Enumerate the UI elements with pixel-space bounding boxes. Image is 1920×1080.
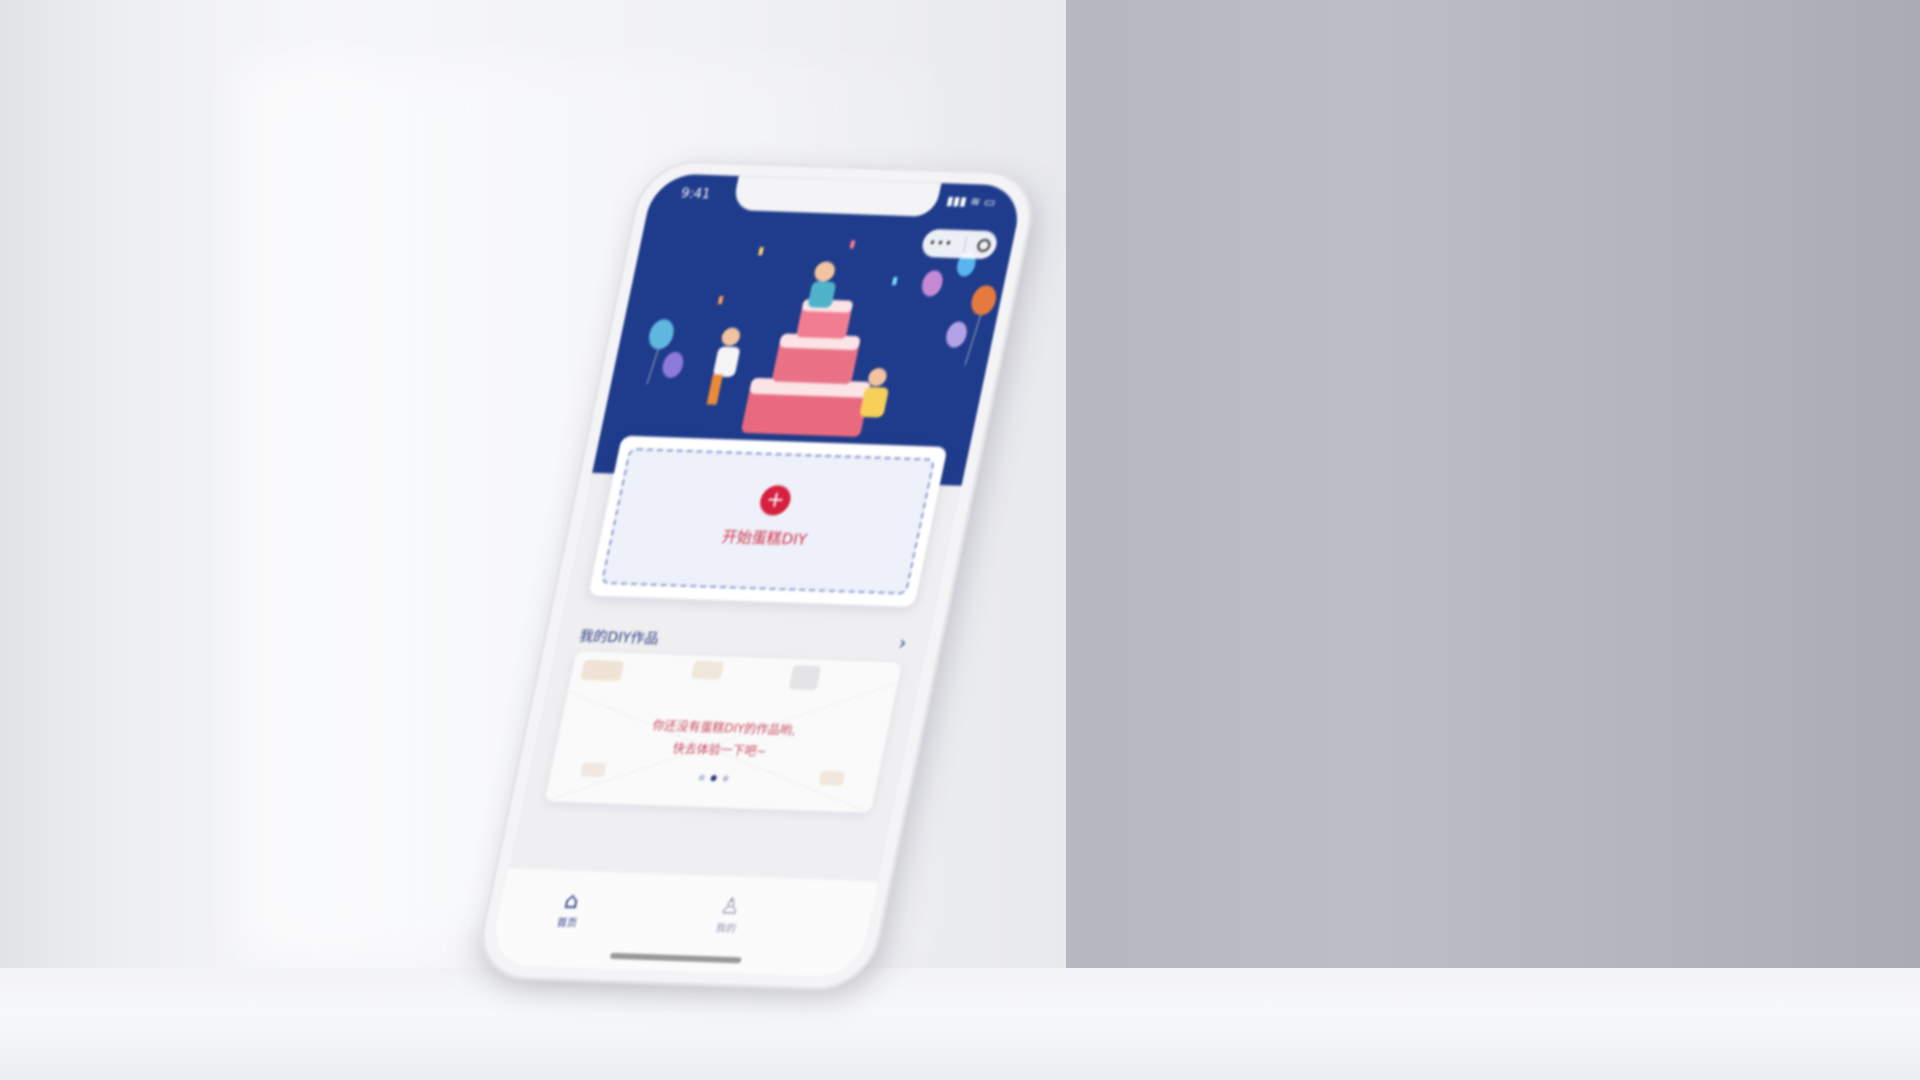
start-diy-card[interactable]: + 开始蛋糕DIY [588,435,948,607]
background-wall-right [1066,0,1920,982]
tab-home[interactable]: ⌂ 首页 [536,888,604,930]
chevron-right-icon[interactable]: › [897,633,909,654]
more-icon[interactable]: ••• [927,236,954,251]
pager-dot-active[interactable] [710,775,718,782]
home-indicator[interactable] [609,952,742,964]
capsule-divider [962,236,968,253]
plus-icon[interactable]: + [757,484,794,516]
status-time: 9:41 [679,186,712,203]
start-diy-label[interactable]: 开始蛋糕DIY [611,522,917,554]
background-floor [0,968,1920,1080]
miniprogram-capsule[interactable]: ••• [919,228,1000,260]
status-signal-icon: ▮▮▮ ≋ ▭ [945,193,997,210]
tab-home-label: 首页 [555,917,579,930]
tab-mine[interactable]: ♙ 我的 [695,894,763,936]
start-diy-dashed-area[interactable]: + 开始蛋糕DIY [600,447,936,595]
screen-notch [731,175,942,218]
tab-mine-label: 我的 [714,923,737,935]
pager-dot[interactable] [698,774,706,781]
profile-icon: ♙ [718,894,743,920]
my-works-card: 你还没有蛋糕DIY的作品哟, 快去体验一下吧~ [544,651,903,813]
pager-dot[interactable] [722,775,730,782]
mockup-scene: 9:41 ▮▮▮ ≋ ▭ ••• + 开始蛋糕DIY 我的DIY作品 › 你还没… [0,0,1920,1080]
bottom-tab-bar: ⌂ 首页 ♙ 我的 [488,868,878,978]
home-icon: ⌂ [561,888,582,915]
close-ring-icon[interactable] [976,238,992,252]
my-works-title: 我的DIY作品 [577,628,661,648]
